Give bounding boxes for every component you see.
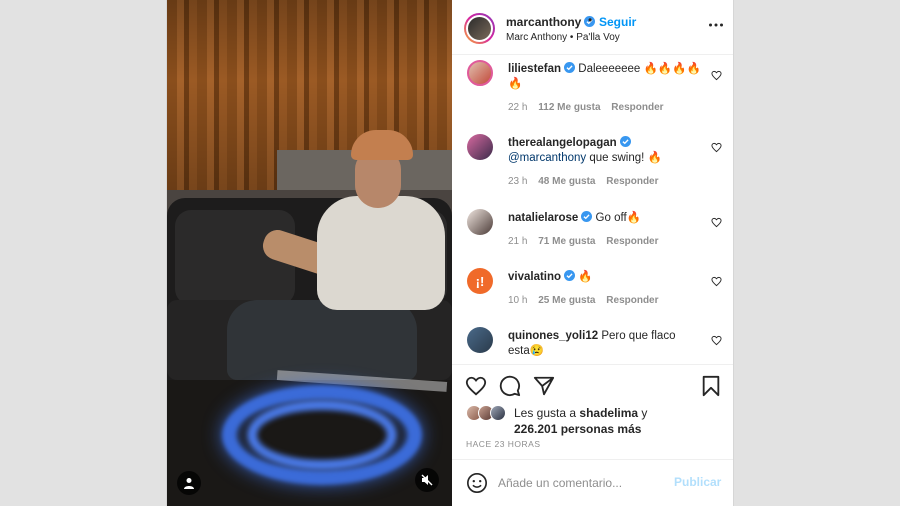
comment-time[interactable]: 21 h	[508, 236, 527, 247]
verified-badge-icon	[619, 136, 631, 147]
verified-badge-icon	[581, 211, 593, 222]
heart-icon[interactable]	[711, 70, 722, 81]
comment-time[interactable]: 10 h	[508, 295, 527, 306]
heart-icon[interactable]	[711, 335, 722, 346]
comment-username[interactable]: quinones_yoli12	[508, 330, 598, 342]
reply-button[interactable]: Responder	[606, 236, 658, 247]
comment-text: Go off🔥	[595, 212, 641, 224]
mute-button[interactable]	[415, 468, 439, 492]
comment-username[interactable]: liliestefan	[508, 63, 561, 75]
comment-likes[interactable]: 48 Me gusta	[538, 176, 595, 187]
comment-avatar[interactable]	[467, 327, 493, 353]
post-sidebar: marcanthony • Seguir Marc Anthony • Pa'l…	[452, 0, 733, 506]
emoji-icon[interactable]	[466, 472, 488, 494]
post-timestamp[interactable]: HACE 23 HORAS	[466, 439, 541, 449]
comment-time[interactable]: 23 h	[508, 176, 527, 187]
heart-icon[interactable]	[711, 276, 722, 287]
heart-icon[interactable]	[711, 142, 722, 153]
comment-icon[interactable]	[499, 375, 521, 397]
comment-text: que swing! 🔥	[586, 152, 662, 164]
comment-meta: 21 h 71 Me gusta Responder	[508, 236, 667, 247]
comment-avatar[interactable]	[467, 134, 493, 160]
reply-button[interactable]: Responder	[606, 176, 658, 187]
mute-icon	[421, 474, 433, 486]
post-modal: marcanthony • Seguir Marc Anthony • Pa'l…	[166, 0, 734, 506]
follow-button[interactable]: Seguir	[599, 15, 636, 29]
comment-username[interactable]: therealangelopagan	[508, 137, 617, 149]
comment-text: 🔥	[578, 271, 593, 283]
bookmark-icon[interactable]	[700, 375, 722, 397]
comment-meta: 23 h 48 Me gusta Responder	[508, 176, 667, 187]
share-icon[interactable]	[533, 375, 555, 397]
post-subtitle[interactable]: Marc Anthony • Pa'lla Voy	[506, 32, 620, 43]
comment-likes[interactable]: 25 Me gusta	[538, 295, 595, 306]
comment-username[interactable]: vivalatino	[508, 271, 561, 283]
comment-avatar[interactable]	[467, 60, 493, 86]
more-options-icon[interactable]	[708, 22, 724, 28]
header-separator: •	[588, 13, 593, 27]
reply-button[interactable]: Responder	[611, 102, 663, 113]
comment-meta: 10 h 25 Me gusta Responder	[508, 295, 667, 306]
author-username[interactable]: marcanthony	[506, 15, 596, 29]
heart-icon[interactable]	[465, 375, 487, 397]
post-video[interactable]	[167, 0, 452, 506]
heart-icon[interactable]	[711, 217, 722, 228]
author-avatar[interactable]	[464, 13, 495, 44]
comment-likes[interactable]: 71 Me gusta	[538, 236, 595, 247]
post-actions: Les gusta a shadelima y 226.201 personas…	[452, 364, 733, 459]
reply-button[interactable]: Responder	[606, 295, 658, 306]
comment-input[interactable]	[498, 473, 658, 493]
comment-time[interactable]: 22 h	[508, 102, 527, 113]
verified-badge-icon	[564, 62, 576, 73]
comment-likes[interactable]: 112 Me gusta	[538, 102, 600, 113]
comment-mention[interactable]: @marcanthony	[508, 152, 586, 164]
comment-meta: 22 h 112 Me gusta Responder	[508, 102, 672, 113]
comment-avatar[interactable]: ¡!	[467, 268, 493, 294]
verified-badge-icon	[564, 270, 576, 281]
liker-avatar	[490, 405, 506, 421]
add-comment-bar: Publicar	[452, 459, 733, 506]
comments-list[interactable]: liliestefan Daleeeeeee 🔥🔥🔥🔥🔥 22 h 112 Me…	[452, 56, 733, 364]
post-header: marcanthony • Seguir Marc Anthony • Pa'l…	[452, 0, 733, 55]
likes-count[interactable]: 226.201 personas más	[514, 422, 641, 436]
liker-username[interactable]: shadelima	[579, 406, 638, 420]
comment-avatar[interactable]	[467, 209, 493, 235]
likes-text[interactable]: Les gusta a shadelima y 226.201 personas…	[514, 405, 714, 437]
publish-button[interactable]: Publicar	[674, 475, 721, 489]
comment-username[interactable]: natalielarose	[508, 212, 578, 224]
user-tag-button[interactable]	[177, 471, 201, 495]
user-tag-icon	[184, 478, 194, 489]
